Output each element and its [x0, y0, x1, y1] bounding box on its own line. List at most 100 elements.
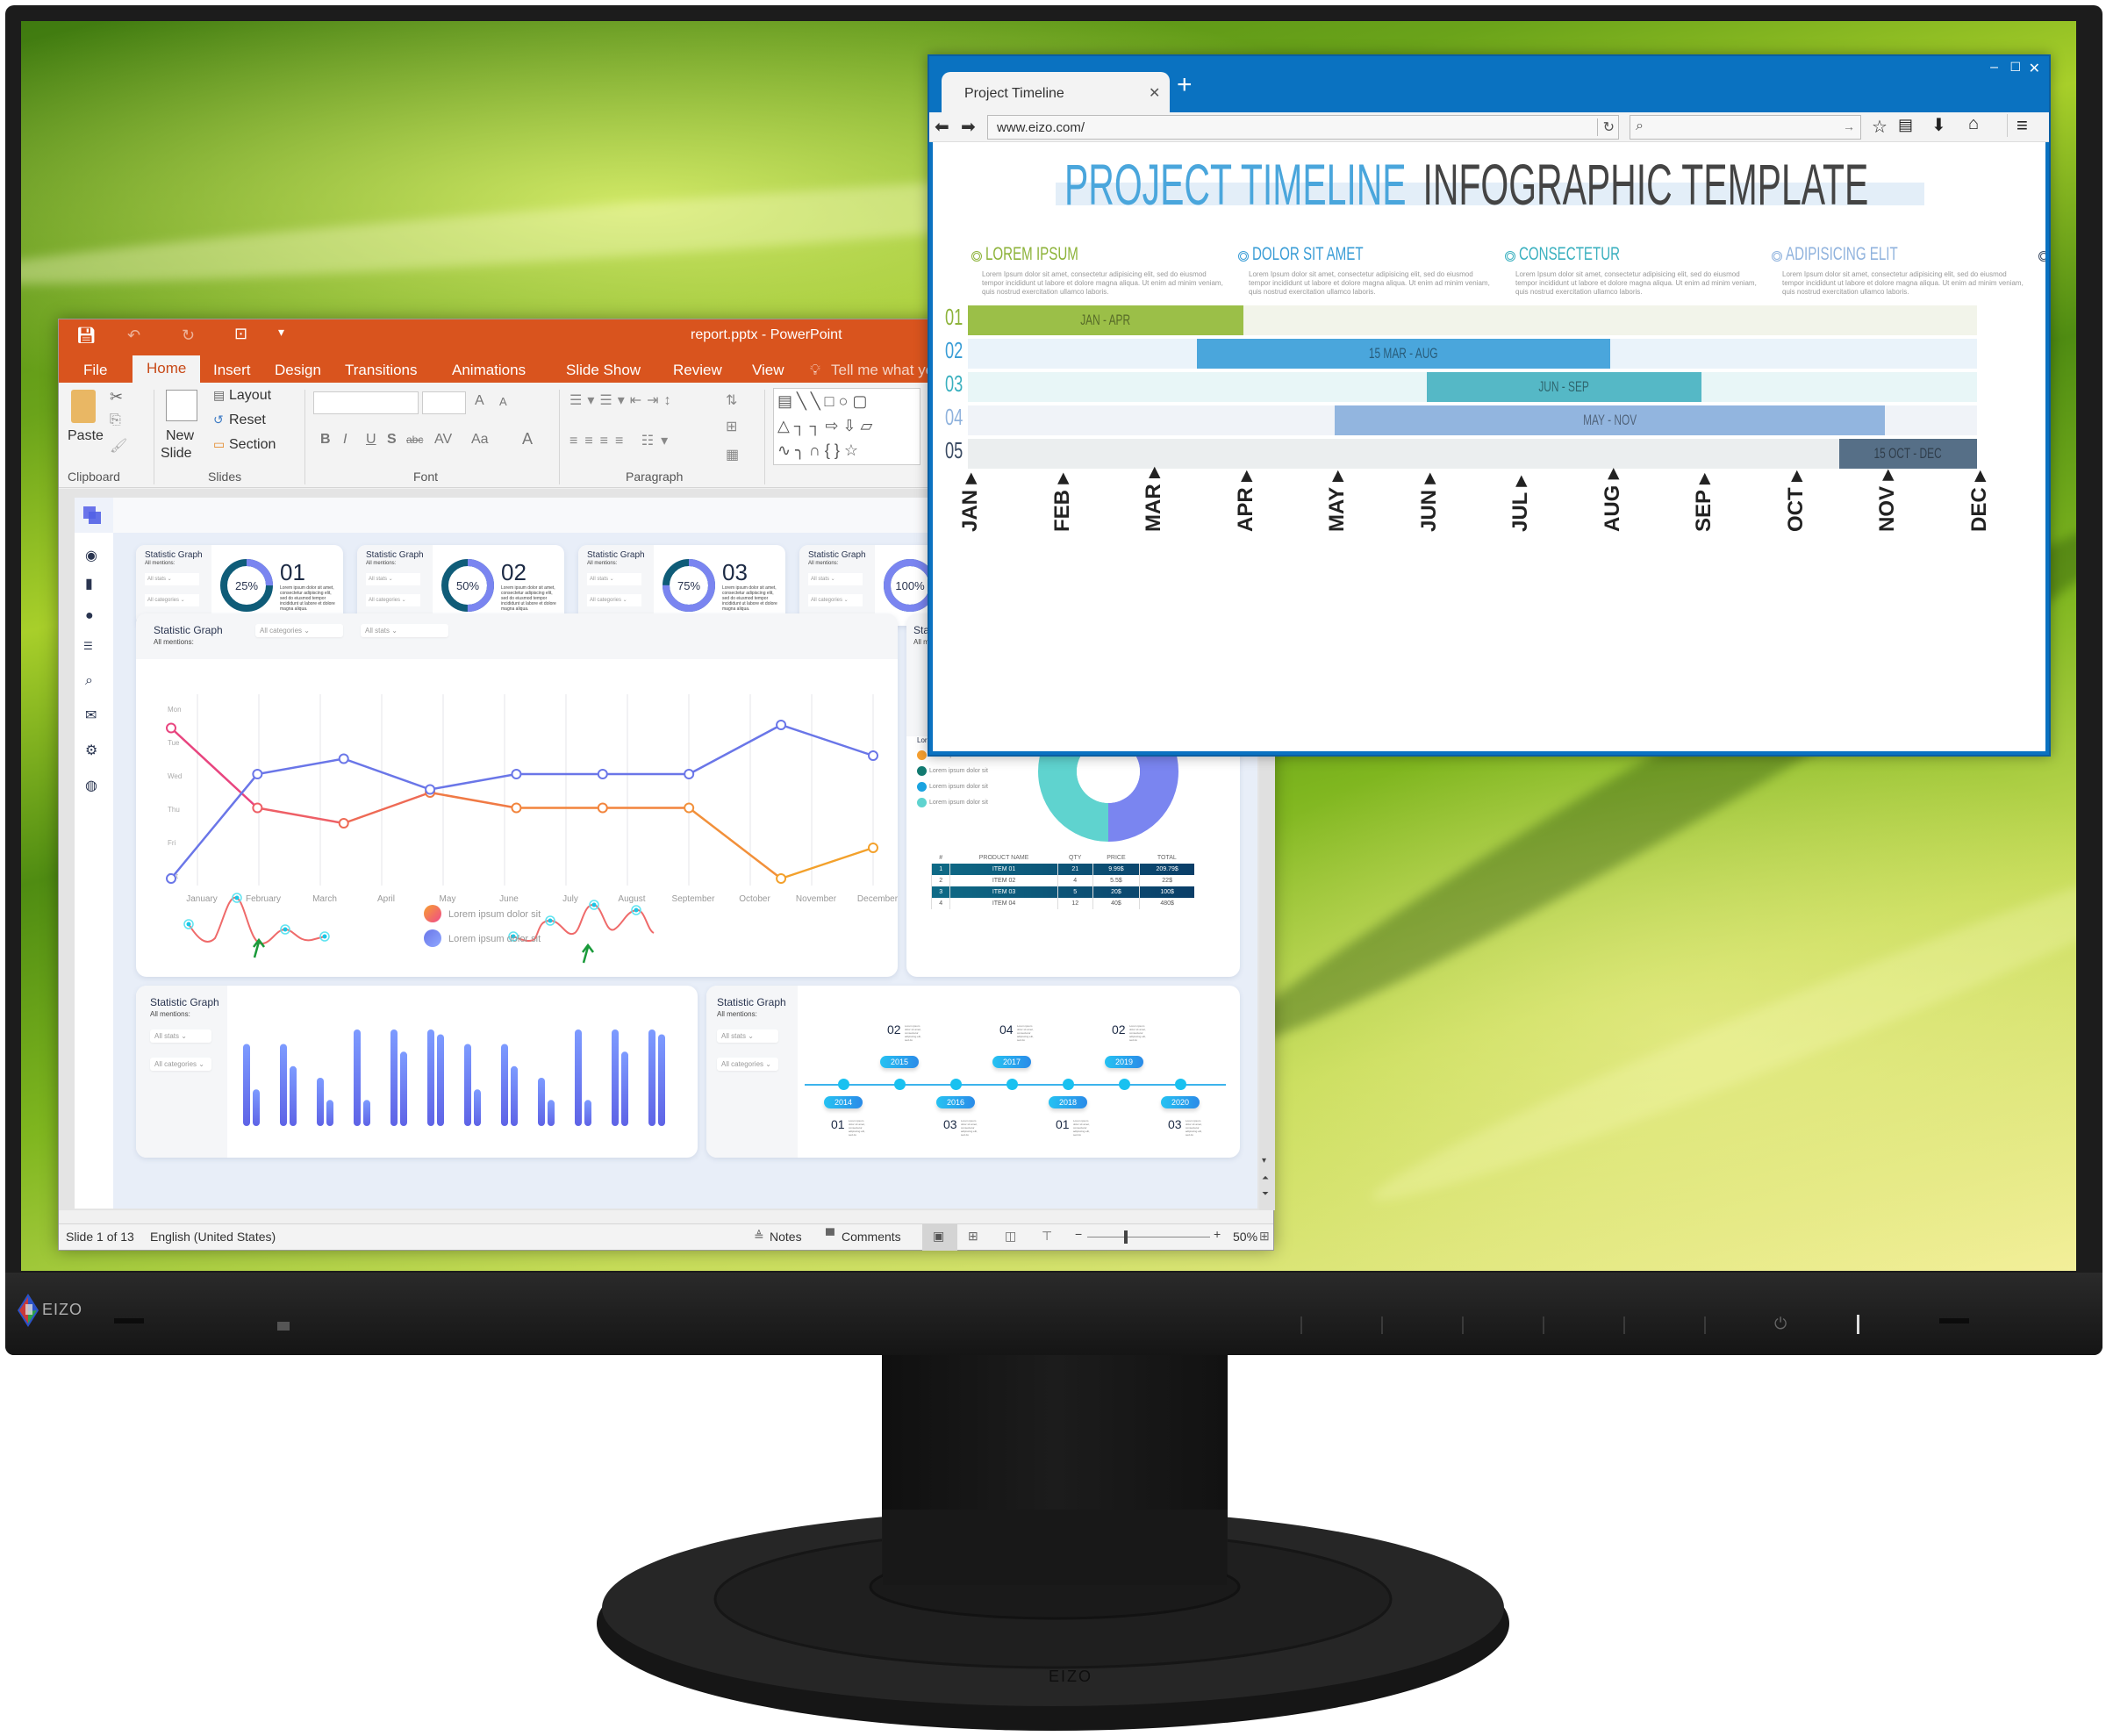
stats-dropdown[interactable]: All stats ⌄: [366, 573, 420, 585]
timeline-node[interactable]: [950, 1079, 962, 1090]
tab-animations[interactable]: Animations: [452, 357, 526, 383]
timeline-node[interactable]: [838, 1079, 849, 1090]
zoom-out-button[interactable]: −: [1075, 1227, 1082, 1241]
shrink-font-button[interactable]: A: [499, 395, 507, 408]
gantt-bar[interactable]: 15 MAR - AUG: [1197, 339, 1610, 369]
shadow-button[interactable]: S: [387, 432, 397, 448]
year-badge[interactable]: 2018: [1049, 1096, 1087, 1108]
stats-dropdown[interactable]: All stats ⌄: [587, 573, 641, 585]
table-row[interactable]: 3 ITEM 03 5 20$ 100$: [930, 886, 1194, 898]
monitor-button[interactable]: [1300, 1316, 1302, 1334]
timeline-node[interactable]: [1063, 1079, 1074, 1090]
customize-icon[interactable]: ▾: [278, 325, 284, 340]
timeline-node[interactable]: [1119, 1079, 1130, 1090]
normal-view-button[interactable]: ▣: [922, 1224, 957, 1251]
table-row[interactable]: 2 ITEM 02 4 5.5$ 22$: [930, 875, 1194, 886]
table-row[interactable]: 4 ITEM 04 12 40$ 480$: [930, 898, 1194, 909]
smartart-icon[interactable]: ▦: [726, 446, 739, 463]
user-star-icon[interactable]: ◍: [85, 777, 97, 794]
stats-dropdown[interactable]: All stats ⌄: [150, 1029, 211, 1043]
paste-icon[interactable]: [71, 390, 96, 423]
cut-icon[interactable]: ✂: [110, 388, 123, 406]
table-row[interactable]: 1 ITEM 01 21 9.99$ 209.79$: [930, 864, 1194, 875]
notes-button[interactable]: Notes: [770, 1230, 802, 1244]
maximize-button[interactable]: ☐: [2009, 60, 2021, 75]
back-icon[interactable]: ⬅: [935, 116, 949, 138]
tab-file[interactable]: File: [83, 357, 107, 383]
zoom-level[interactable]: 50%: [1233, 1230, 1257, 1244]
year-badge[interactable]: 2017: [992, 1056, 1031, 1068]
user-icon[interactable]: ◉: [85, 547, 97, 564]
new-slide-label-1[interactable]: New: [166, 428, 194, 444]
font-family-select[interactable]: [313, 391, 419, 414]
zoom-in-button[interactable]: +: [1214, 1227, 1221, 1241]
font-color-button[interactable]: A: [522, 430, 533, 448]
align-text-icon[interactable]: ⊞: [726, 418, 737, 435]
categories-dropdown[interactable]: All categories ⌄: [255, 624, 343, 637]
paste-button[interactable]: Paste: [68, 428, 104, 444]
gantt-bar[interactable]: JAN - APR: [968, 305, 1243, 335]
strikethrough-button[interactable]: abc: [406, 434, 423, 446]
list-buttons[interactable]: ☰▾☰▾⇤⇥↕: [569, 391, 677, 409]
reading-view-button[interactable]: ◫: [1005, 1229, 1016, 1244]
download-icon[interactable]: ⬇: [1931, 114, 1946, 136]
save-icon[interactable]: 💾︎: [76, 326, 97, 345]
fit-slide-button[interactable]: ⊞: [1259, 1229, 1270, 1244]
tab-design[interactable]: Design: [275, 357, 321, 383]
bar-chart-icon[interactable]: ▮: [85, 575, 93, 592]
categories-dropdown[interactable]: All categories ⌄: [587, 594, 641, 606]
tab-home[interactable]: Home: [133, 355, 201, 383]
tab-view[interactable]: View: [752, 357, 784, 383]
year-badge[interactable]: 2020: [1161, 1096, 1200, 1108]
monitor-button[interactable]: [1543, 1316, 1544, 1334]
year-badge[interactable]: 2015: [880, 1056, 919, 1068]
reading-list-icon[interactable]: ▤: [1898, 116, 1913, 134]
shapes-gallery[interactable]: ▤╲╲□○▢ △┐┐⇨⇩▱ ∿╮∩{}☆: [773, 388, 920, 465]
close-window-button[interactable]: ✕: [2029, 60, 2040, 77]
gantt-bar[interactable]: MAY - NOV: [1335, 405, 1886, 435]
categories-dropdown[interactable]: All categories ⌄: [808, 594, 863, 606]
categories-dropdown[interactable]: All categories ⌄: [717, 1058, 778, 1071]
grow-font-button[interactable]: A: [475, 393, 484, 409]
year-badge[interactable]: 2016: [936, 1096, 975, 1108]
text-direction-icon[interactable]: ⇅: [726, 391, 737, 409]
chat-icon[interactable]: ●: [85, 608, 94, 624]
categories-dropdown[interactable]: All categories ⌄: [150, 1058, 211, 1071]
change-case-button[interactable]: Aa: [471, 432, 489, 448]
gantt-icon[interactable]: ☰: [83, 640, 93, 652]
search-go-icon[interactable]: →: [1843, 119, 1855, 133]
underline-button[interactable]: U: [366, 432, 376, 448]
home-icon[interactable]: ⌂: [1968, 114, 1979, 134]
font-size-select[interactable]: [422, 391, 466, 414]
align-buttons[interactable]: ≡≡≡≡ ☷▾: [569, 432, 675, 449]
timeline-node[interactable]: [894, 1079, 906, 1090]
year-badge[interactable]: 2019: [1105, 1056, 1143, 1068]
char-spacing-button[interactable]: AV: [434, 432, 452, 448]
timeline-node[interactable]: [1006, 1079, 1018, 1090]
monitor-button[interactable]: [1462, 1316, 1464, 1334]
new-tab-button[interactable]: +: [1177, 72, 1193, 98]
tab-slide-show[interactable]: Slide Show: [566, 357, 641, 383]
reload-icon[interactable]: ↻: [1596, 118, 1615, 136]
search-icon[interactable]: ⌕: [85, 673, 93, 689]
zoom-slider-thumb[interactable]: [1124, 1230, 1128, 1244]
copy-icon[interactable]: ⎘: [110, 412, 121, 428]
forward-icon[interactable]: ➡: [961, 116, 976, 138]
categories-dropdown[interactable]: All categories ⌄: [145, 594, 199, 606]
format-painter-icon[interactable]: 🖌︎: [110, 437, 127, 455]
browser-tab[interactable]: Project Timeline ✕: [942, 72, 1170, 112]
next-slide-icon[interactable]: ⏷: [1262, 1189, 1269, 1199]
slide-sorter-button[interactable]: ⊞: [968, 1229, 978, 1244]
mail-icon[interactable]: ✉: [85, 707, 97, 724]
scroll-down-icon[interactable]: ▾: [1262, 1156, 1266, 1166]
menu-icon[interactable]: ≡: [2007, 114, 2028, 137]
comments-button[interactable]: Comments: [842, 1230, 901, 1244]
tab-review[interactable]: Review: [673, 357, 722, 383]
presentation-icon[interactable]: ⊡: [234, 325, 247, 343]
monitor-button[interactable]: [1704, 1316, 1706, 1334]
language-indicator[interactable]: English (United States): [150, 1230, 276, 1244]
stats-dropdown[interactable]: All stats ⌄: [361, 624, 448, 637]
gantt-bar[interactable]: 15 OCT - DEC: [1839, 439, 1977, 469]
tab-insert[interactable]: Insert: [213, 357, 251, 383]
stats-dropdown[interactable]: All stats ⌄: [145, 573, 199, 585]
